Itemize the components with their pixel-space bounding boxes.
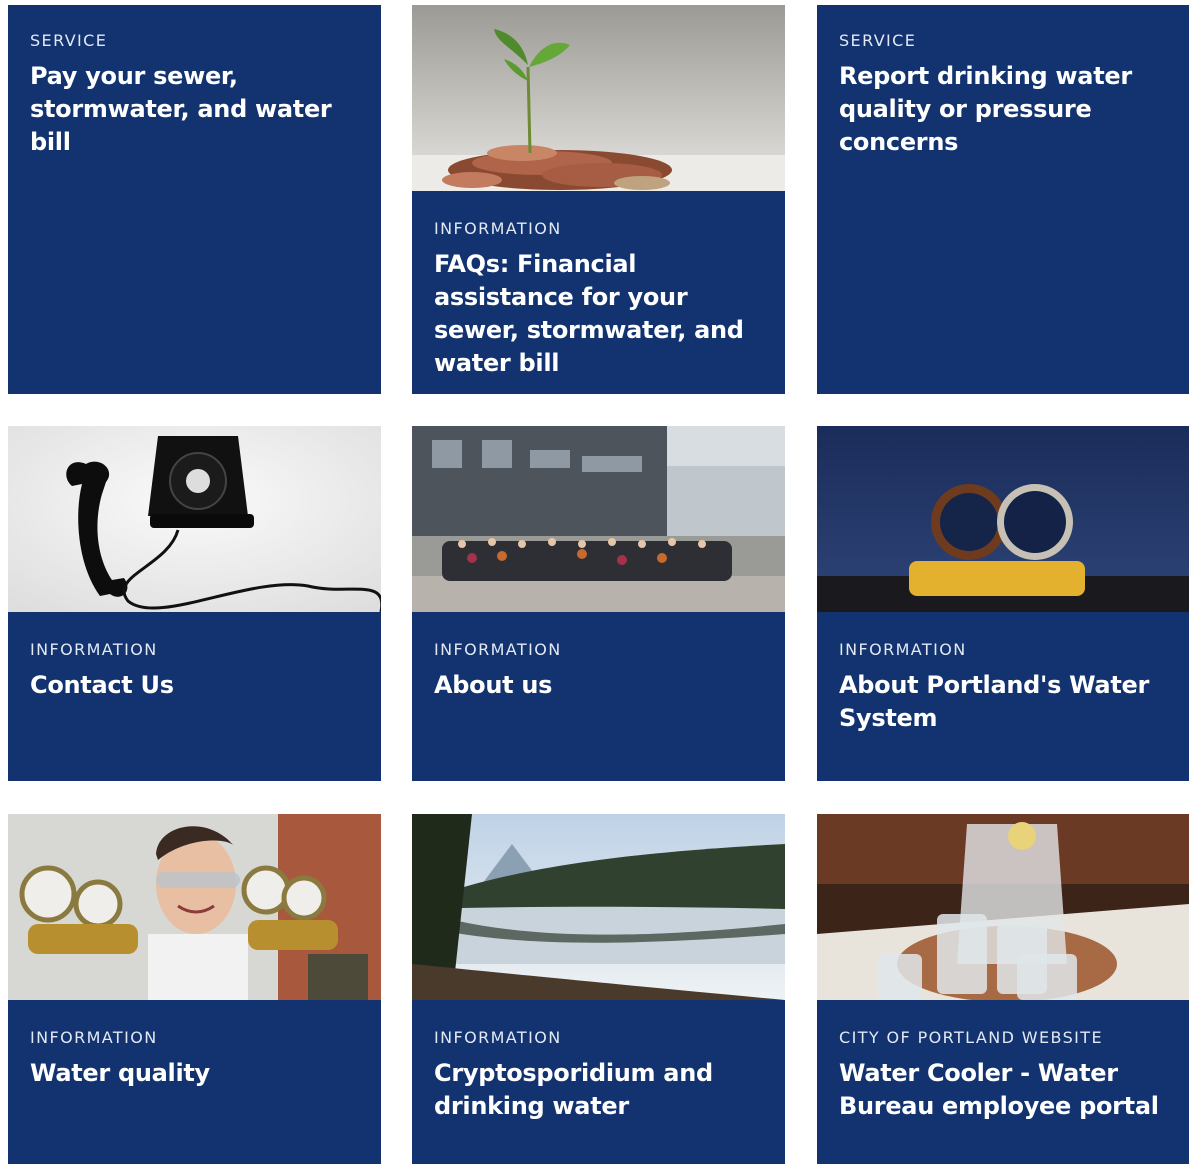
card-pay-bill[interactable]: SERVICE Pay your sewer, stormwater, and … [8,5,381,394]
card-title: FAQs: Financial assistance for your sewe… [434,250,744,377]
card-kicker: INFORMATION [839,640,967,659]
card-title: Cryptosporidium and drinking water [434,1059,713,1120]
card-about-us[interactable]: INFORMATION About us [412,426,785,781]
card-contact-us[interactable]: INFORMATION Contact Us [8,426,381,781]
telephone-image [8,426,381,612]
card-title: Contact Us [30,671,174,699]
plant-coins-image [412,5,785,191]
pipe-sections-image [817,426,1189,612]
card-title: Water Cooler - Water Bureau employee por… [839,1059,1159,1120]
card-title: Report drinking water quality or pressur… [839,62,1132,156]
scientist-image [8,814,381,1000]
card-title: Water quality [30,1059,210,1087]
card-title: Pay your sewer, stormwater, and water bi… [30,62,332,156]
card-kicker: INFORMATION [434,640,562,659]
card-kicker: INFORMATION [30,640,158,659]
card-water-cooler[interactable]: CITY OF PORTLAND WEBSITE Water Cooler - … [817,814,1189,1164]
card-kicker: CITY OF PORTLAND WEBSITE [839,1028,1103,1047]
card-water-quality[interactable]: INFORMATION Water quality [8,814,381,1164]
card-cryptosporidium[interactable]: INFORMATION Cryptosporidium and drinking… [412,814,785,1164]
pitcher-glasses-image [817,814,1189,1000]
group-photo-image [412,426,785,612]
card-kicker: SERVICE [30,31,108,50]
card-kicker: INFORMATION [434,219,562,238]
card-water-system[interactable]: INFORMATION About Portland's Water Syste… [817,426,1189,781]
card-kicker: INFORMATION [30,1028,158,1047]
card-kicker: INFORMATION [434,1028,562,1047]
mountain-lake-image [412,814,785,1000]
card-kicker: SERVICE [839,31,917,50]
card-title: About Portland's Water System [839,671,1150,732]
card-title: About us [434,671,553,699]
card-report-water-quality[interactable]: SERVICE Report drinking water quality or… [817,5,1189,394]
card-financial-assistance[interactable]: INFORMATION FAQs: Financial assistance f… [412,5,785,394]
